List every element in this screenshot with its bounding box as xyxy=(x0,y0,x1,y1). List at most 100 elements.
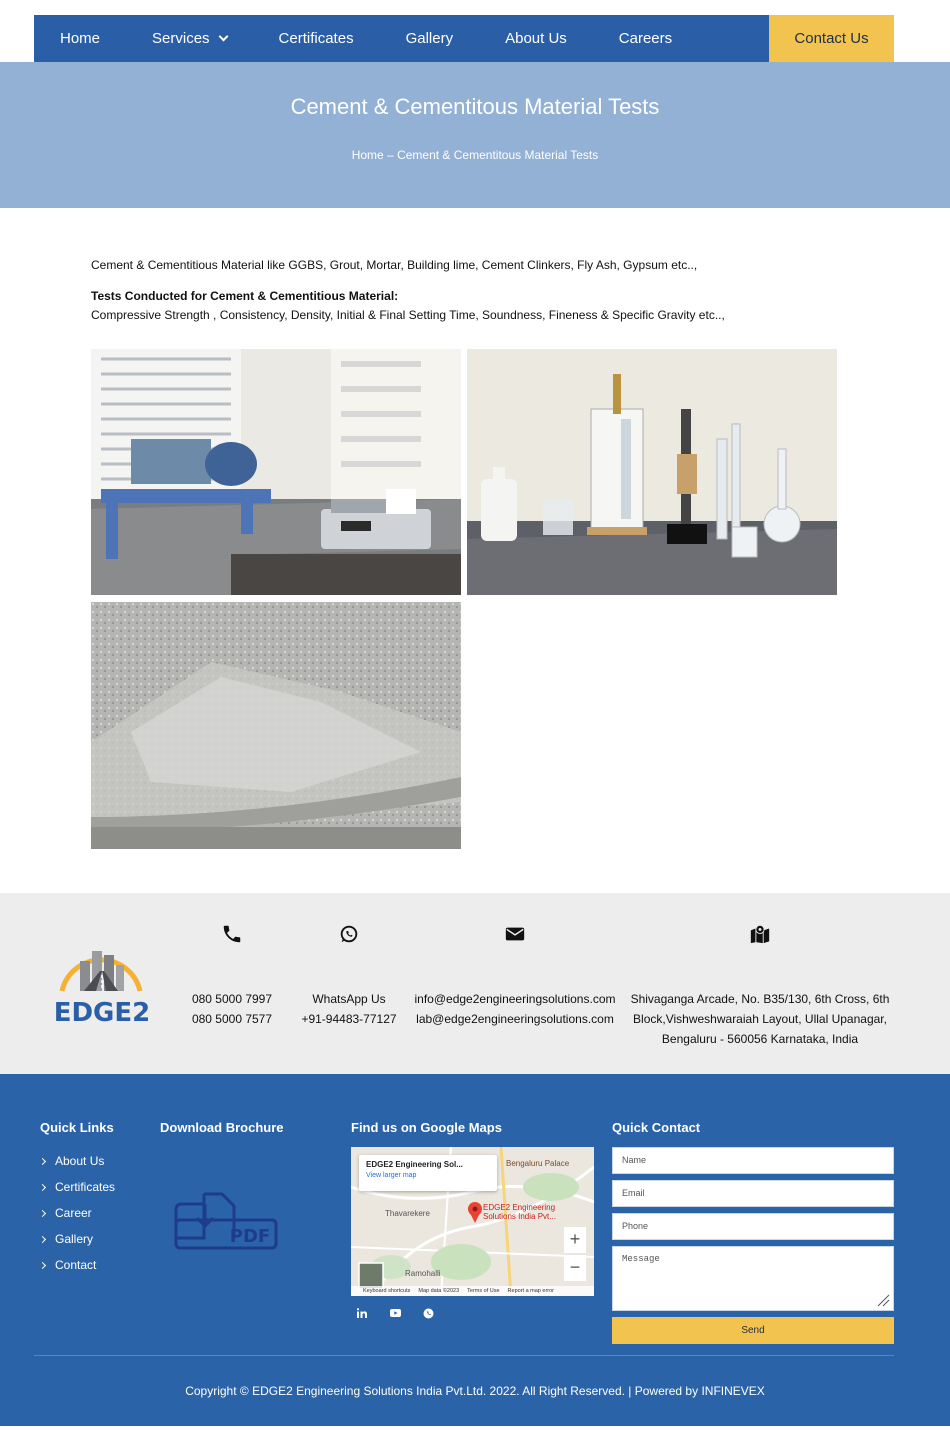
whatsapp-icon xyxy=(298,923,400,949)
map-label-ramohalli: Ramohalli xyxy=(405,1269,441,1278)
whatsapp-label[interactable]: WhatsApp Us xyxy=(298,989,400,1009)
copyright-text: Copyright © EDGE2 Engineering Solutions … xyxy=(185,1384,765,1398)
quick-link-career[interactable]: Career xyxy=(38,1200,115,1226)
phone-number-1[interactable]: 080 5000 7997 xyxy=(182,989,282,1009)
chevron-right-icon xyxy=(38,1183,47,1191)
nav-gallery-label: Gallery xyxy=(405,30,454,47)
nav-about-us[interactable]: About Us xyxy=(479,15,593,62)
map-label-palace: Bengaluru Palace xyxy=(506,1159,570,1168)
send-button[interactable]: Send xyxy=(612,1317,894,1344)
quick-link-label: Career xyxy=(55,1206,92,1220)
quick-link-contact[interactable]: Contact xyxy=(38,1252,115,1278)
map-label-thavarekere: Thavarekere xyxy=(385,1209,430,1218)
page-title: Cement & Cementitous Material Tests xyxy=(290,94,660,119)
map-attribution-bar: Keyboard shortcuts Map data ©2023 Terms … xyxy=(351,1286,594,1296)
map-data-credit: Map data ©2023 xyxy=(418,1288,460,1294)
logo-text: EDGE2 xyxy=(54,998,151,1028)
quick-link-label: Gallery xyxy=(55,1232,94,1246)
map-terms-link[interactable]: Terms of Use xyxy=(467,1288,499,1294)
quick-link-certificates[interactable]: Certificates xyxy=(38,1174,116,1200)
nav-certificates[interactable]: Certificates xyxy=(253,15,380,62)
address-contact: Shivaganga Arcade, No. B35/130, 6th Cros… xyxy=(628,923,892,1049)
google-map-embed[interactable]: EDGE2 Engineering Sol... View larger map… xyxy=(351,1147,594,1296)
name-field[interactable]: Name xyxy=(612,1147,894,1174)
resize-handle-icon[interactable] xyxy=(876,1293,890,1307)
map-pin-line-2: Solutions India Pvt... xyxy=(483,1212,556,1221)
intro-text: Cement & Cementitious Material like GGBS… xyxy=(91,258,698,272)
linkedin-icon[interactable] xyxy=(355,1306,369,1320)
quick-links-heading: Quick Links xyxy=(40,1120,114,1135)
page-hero: Cement & Cementitous Material Tests Home… xyxy=(0,62,950,208)
email-lab[interactable]: lab@edge2engineeringsolutions.com xyxy=(410,1009,620,1029)
nav-careers-label: Careers xyxy=(618,30,673,47)
view-larger-map-link[interactable]: View larger map xyxy=(366,1172,490,1179)
contact-strip: EDGE2 080 5000 7997 080 5000 7577 WhatsA… xyxy=(0,893,950,1074)
social-links xyxy=(355,1306,435,1320)
address-line-3: Bengaluru - 560056 Karnataka, India xyxy=(661,1032,859,1046)
quick-link-about-us[interactable]: About Us xyxy=(38,1148,115,1174)
pdf-label: PDF xyxy=(230,1226,270,1247)
nav-services-label: Services xyxy=(152,30,210,47)
email-info[interactable]: info@edge2engineeringsolutions.com xyxy=(410,989,620,1009)
map-zoom-in-button[interactable]: + xyxy=(564,1227,586,1253)
quick-links-list: About Us Certificates Career Gallery Con… xyxy=(38,1148,116,1278)
quick-link-label: About Us xyxy=(55,1154,105,1168)
quick-link-label: Contact xyxy=(55,1258,97,1272)
quick-contact-form: Name Email Phone Message Send xyxy=(612,1147,894,1344)
nav-services[interactable]: Services xyxy=(126,15,253,62)
nav-about-label: About Us xyxy=(505,30,567,47)
chevron-right-icon xyxy=(38,1209,47,1217)
site-footer: Quick Links Download Brochure Find us on… xyxy=(0,1074,950,1426)
quick-contact-heading: Quick Contact xyxy=(612,1120,701,1135)
footer-divider xyxy=(34,1355,894,1356)
message-placeholder: Message xyxy=(622,1254,660,1264)
company-logo[interactable]: EDGE2 xyxy=(50,933,154,1029)
gallery-image-lab-machine[interactable] xyxy=(91,349,461,595)
phone-field[interactable]: Phone xyxy=(612,1213,894,1240)
main-content: Cement & Cementitious Material like GGBS… xyxy=(91,256,851,325)
gallery-image-glassware[interactable] xyxy=(467,349,837,595)
nav-home-label: Home xyxy=(60,30,101,47)
map-zoom-out-button[interactable]: − xyxy=(564,1255,586,1281)
email-contact: info@edge2engineeringsolutions.com lab@e… xyxy=(410,923,620,1029)
map-pin-line-1: EDGE2 Engineering xyxy=(483,1203,556,1212)
nav-careers[interactable]: Careers xyxy=(593,15,698,62)
chevron-right-icon xyxy=(38,1157,47,1165)
contact-us-button[interactable]: Contact Us xyxy=(769,15,894,62)
map-location-icon xyxy=(628,923,892,949)
breadcrumb[interactable]: Home – Cement & Cementitous Material Tes… xyxy=(0,148,950,162)
map-place-card: EDGE2 Engineering Sol... View larger map xyxy=(359,1155,497,1191)
phone-contact: 080 5000 7997 080 5000 7577 xyxy=(182,923,282,1029)
quick-link-gallery[interactable]: Gallery xyxy=(38,1226,115,1252)
quick-link-label: Certificates xyxy=(55,1180,116,1194)
map-report-link[interactable]: Report a map error xyxy=(508,1288,554,1294)
gallery-image-cement-powder[interactable] xyxy=(91,602,461,849)
whatsapp-contact: WhatsApp Us +91-94483-77127 xyxy=(298,923,400,1029)
envelope-icon xyxy=(410,923,620,949)
address-line-1: Shivaganga Arcade, No. B35/130, 6th Cros… xyxy=(630,992,890,1006)
brochure-heading: Download Brochure xyxy=(160,1120,284,1135)
chevron-right-icon xyxy=(38,1235,47,1243)
youtube-icon[interactable] xyxy=(388,1306,402,1320)
nav-gallery[interactable]: Gallery xyxy=(380,15,480,62)
map-keyboard-shortcuts[interactable]: Keyboard shortcuts xyxy=(363,1288,410,1294)
phone-number-2[interactable]: 080 5000 7577 xyxy=(182,1009,282,1029)
phone-icon xyxy=(182,923,282,949)
chevron-right-icon xyxy=(38,1261,47,1269)
email-field[interactable]: Email xyxy=(612,1180,894,1207)
whatsapp-number[interactable]: +91-94483-77127 xyxy=(298,1009,400,1029)
pdf-download-icon[interactable]: PDF xyxy=(174,1192,278,1257)
nav-items: Home Services Certificates Gallery About… xyxy=(34,15,769,62)
address-line-2: Block,Vishweshwaraiah Layout, Ullal Upan… xyxy=(633,1012,887,1026)
nav-home[interactable]: Home xyxy=(34,15,126,62)
main-nav: Home Services Certificates Gallery About… xyxy=(34,15,894,62)
map-pin-label: EDGE2 Engineering Solutions India Pvt... xyxy=(483,1203,556,1221)
tests-heading: Tests Conducted for Cement & Cementitiou… xyxy=(91,289,399,303)
maps-heading: Find us on Google Maps xyxy=(351,1120,502,1135)
chevron-down-icon xyxy=(218,31,228,42)
message-field[interactable]: Message xyxy=(612,1246,894,1311)
tests-list: Compressive Strength , Consistency, Dens… xyxy=(91,308,725,322)
whatsapp-social-icon[interactable] xyxy=(421,1306,435,1320)
nav-certificates-label: Certificates xyxy=(278,30,354,47)
map-place-title: EDGE2 Engineering Sol... xyxy=(366,1160,463,1169)
